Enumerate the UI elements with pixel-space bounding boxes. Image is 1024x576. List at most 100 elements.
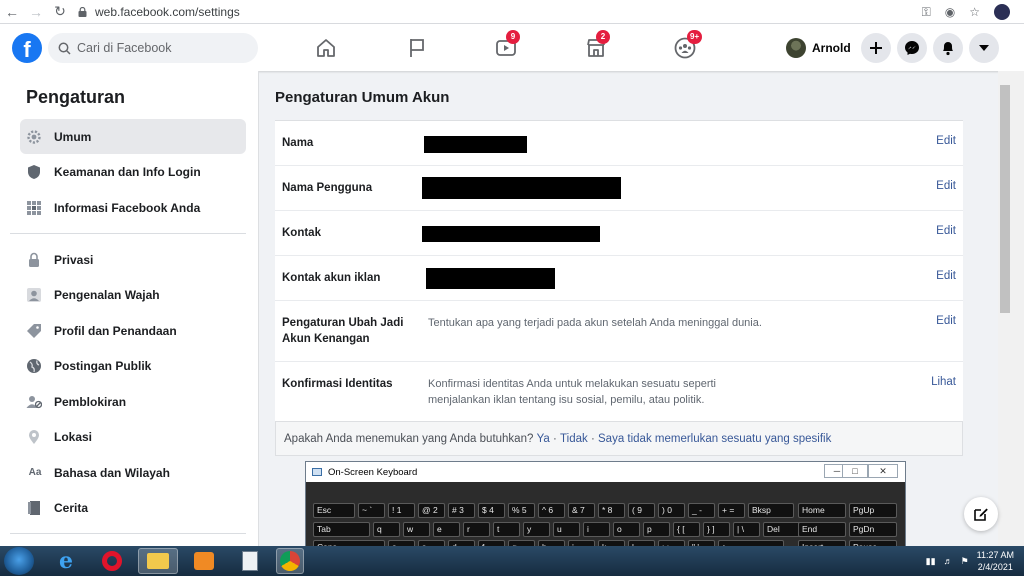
close-button[interactable]: ✕ xyxy=(868,464,898,478)
search-input[interactable] xyxy=(77,41,247,55)
key-w[interactable]: w xyxy=(403,522,430,537)
key-6[interactable]: ^ 6 xyxy=(538,503,565,518)
groups-badge: 9+ xyxy=(687,30,703,44)
key-esc[interactable]: Esc xyxy=(313,503,355,518)
sidebar-item-cerita[interactable]: Cerita xyxy=(20,490,246,525)
groups-nav[interactable]: 9+ xyxy=(673,30,703,60)
windows-taskbar: e ▮▮ ♬ ⚑ 11:27 AM 2/4/2021 xyxy=(0,546,1024,576)
key-r[interactable]: r xyxy=(463,522,490,537)
sidebar-item-pemblokiran[interactable]: Pemblokiran xyxy=(20,384,246,419)
key-[interactable]: + = xyxy=(718,503,745,518)
maximize-button[interactable]: □ xyxy=(842,464,868,478)
key-2[interactable]: @ 2 xyxy=(418,503,445,518)
key-8[interactable]: * 8 xyxy=(598,503,625,518)
clock[interactable]: 11:27 AM 2/4/2021 xyxy=(977,549,1014,573)
settings-row-konfirmasi-identitas[interactable]: Konfirmasi Identitas Konfirmasi identita… xyxy=(275,362,963,421)
location-pin-icon xyxy=(26,429,42,445)
settings-row-akun-kenangan[interactable]: Pengaturan Ubah Jadi Akun Kenangan Tentu… xyxy=(275,301,963,362)
sidebar-item-privasi[interactable]: Privasi xyxy=(20,242,246,277)
edit-link[interactable]: Edit xyxy=(936,270,956,282)
key-1[interactable]: ! 1 xyxy=(388,503,415,518)
new-message-button[interactable] xyxy=(964,497,998,531)
key-u[interactable]: u xyxy=(553,522,580,537)
profile-chip[interactable]: Arnold xyxy=(786,36,851,60)
sidebar-item-profil[interactable]: Profil dan Penandaan xyxy=(20,313,246,348)
media-player-icon[interactable] xyxy=(184,548,224,574)
help-other-link[interactable]: Saya tidak memerlukan sesuatu yang spesi… xyxy=(598,433,831,445)
edit-link[interactable]: Edit xyxy=(936,315,956,327)
sidebar-item-bahasa[interactable]: Aa Bahasa dan Wilayah xyxy=(20,455,246,490)
sidebar-item-lokasi[interactable]: Lokasi xyxy=(20,419,246,454)
key-4[interactable]: $ 4 xyxy=(478,503,505,518)
calculator-icon[interactable] xyxy=(230,548,270,574)
edit-link[interactable]: Edit xyxy=(936,180,956,192)
opera-icon[interactable] xyxy=(92,548,132,574)
help-yes-link[interactable]: Ya xyxy=(537,433,550,445)
settings-row-nama[interactable]: Nama Edit xyxy=(275,121,963,166)
sidebar-item-pengenalan-wajah[interactable]: Pengenalan Wajah xyxy=(20,277,246,312)
messenger-button[interactable] xyxy=(897,33,927,63)
create-button[interactable] xyxy=(861,33,891,63)
reload-icon[interactable]: ↻ xyxy=(48,0,72,24)
sidebar-item-keamanan[interactable]: Keamanan dan Info Login xyxy=(20,154,246,189)
key-del[interactable]: Del xyxy=(763,522,803,537)
profile-avatar[interactable] xyxy=(994,4,1010,20)
eye-off-icon[interactable]: ◉ xyxy=(945,5,955,19)
internet-explorer-icon[interactable]: e xyxy=(46,548,86,574)
start-button[interactable] xyxy=(4,547,34,575)
facebook-logo[interactable]: f xyxy=(12,33,42,63)
key-o[interactable]: o xyxy=(613,522,640,537)
edit-link[interactable]: Edit xyxy=(936,225,956,237)
key-p[interactable]: p xyxy=(643,522,670,537)
marketplace-nav[interactable]: 2 xyxy=(584,30,610,60)
search-box[interactable] xyxy=(48,33,258,63)
home-icon[interactable] xyxy=(314,36,338,60)
pages-flag-icon[interactable] xyxy=(405,36,429,60)
chrome-icon[interactable] xyxy=(276,548,304,574)
star-icon[interactable]: ☆ xyxy=(969,5,980,19)
sidebar-item-umum[interactable]: Umum xyxy=(20,119,246,154)
forward-arrow-icon[interactable]: → xyxy=(24,0,48,24)
key-5[interactable]: % 5 xyxy=(508,503,535,518)
page-scrollbar[interactable] xyxy=(998,71,1024,546)
settings-row-nama-pengguna[interactable]: Nama Pengguna Edit xyxy=(275,166,963,211)
key-q[interactable]: q xyxy=(373,522,400,537)
key-[interactable]: { [ xyxy=(673,522,700,537)
key-y[interactable]: y xyxy=(523,522,550,537)
flag-icon[interactable]: ⚑ xyxy=(961,556,969,567)
key-i[interactable]: i xyxy=(583,522,610,537)
signal-icon[interactable]: ▮▮ xyxy=(926,556,936,567)
help-no-link[interactable]: Tidak xyxy=(560,433,588,445)
key-[interactable]: _ - xyxy=(688,503,715,518)
key-tab[interactable]: Tab xyxy=(313,522,370,537)
watch-nav[interactable]: 9 xyxy=(494,30,520,60)
settings-row-kontak-iklan[interactable]: Kontak akun iklan Edit xyxy=(275,256,963,301)
key-end[interactable]: End xyxy=(798,522,846,537)
key-pgdn[interactable]: PgDn xyxy=(849,522,897,537)
notifications-button[interactable] xyxy=(933,33,963,63)
settings-row-kontak[interactable]: Kontak Edit xyxy=(275,211,963,256)
account-menu-button[interactable] xyxy=(969,33,999,63)
sidebar-item-informasi[interactable]: Informasi Facebook Anda xyxy=(20,190,246,225)
key-0[interactable]: ) 0 xyxy=(658,503,685,518)
file-explorer-icon[interactable] xyxy=(138,548,178,574)
key-e[interactable]: e xyxy=(433,522,460,537)
volume-icon[interactable]: ♬ xyxy=(944,556,953,566)
scrollbar-thumb[interactable] xyxy=(1000,85,1010,313)
key-t[interactable]: t xyxy=(493,522,520,537)
sidebar-item-postingan-publik[interactable]: Postingan Publik xyxy=(20,348,246,383)
key-[interactable]: | \ xyxy=(733,522,760,537)
key-[interactable]: } ] xyxy=(703,522,730,537)
key-7[interactable]: & 7 xyxy=(568,503,595,518)
key-icon[interactable]: ⚿ xyxy=(922,5,931,20)
view-link[interactable]: Lihat xyxy=(931,376,956,388)
edit-link[interactable]: Edit xyxy=(936,135,956,147)
back-arrow-icon[interactable]: ← xyxy=(0,0,24,24)
key-[interactable]: ~ ` xyxy=(358,503,385,518)
key-pgup[interactable]: PgUp xyxy=(849,503,897,518)
address-bar[interactable]: web.facebook.com/settings xyxy=(78,5,240,19)
key-9[interactable]: ( 9 xyxy=(628,503,655,518)
key-3[interactable]: # 3 xyxy=(448,503,475,518)
key-home[interactable]: Home xyxy=(798,503,846,518)
key-bksp[interactable]: Bksp xyxy=(748,503,794,518)
